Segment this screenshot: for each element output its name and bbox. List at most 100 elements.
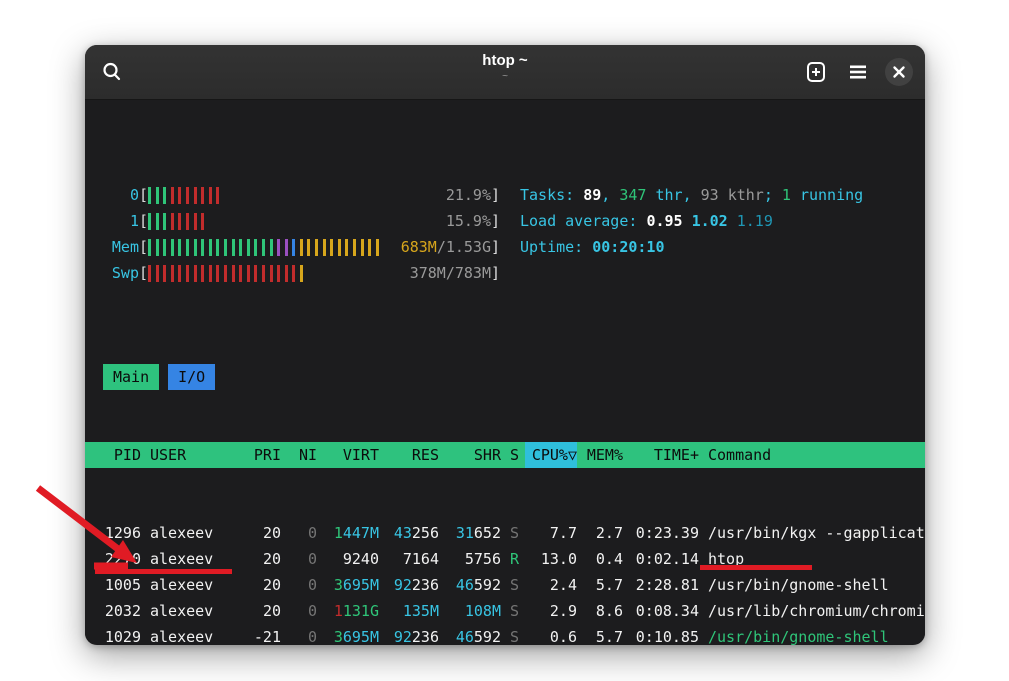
cell-pid: 1296 bbox=[85, 520, 141, 546]
text-segment: R bbox=[510, 550, 519, 568]
meter-bar bbox=[171, 265, 174, 282]
close-button[interactable] bbox=[885, 58, 913, 86]
process-row-pid-2270[interactable]: 2270alexeev200924071645756R13.00.40:02.1… bbox=[85, 546, 925, 572]
meter-bar bbox=[201, 213, 204, 230]
meter-bar bbox=[194, 265, 197, 282]
cell-shr: 46592 bbox=[439, 572, 501, 598]
meter-bar bbox=[186, 239, 189, 256]
menu-button[interactable] bbox=[843, 57, 873, 87]
column-header-cpu[interactable]: CPU%▽ bbox=[525, 442, 577, 468]
process-row-pid-1029[interactable]: 1029alexeev-2103695M9223646592S0.65.70:1… bbox=[85, 624, 925, 645]
meter-bar bbox=[163, 213, 166, 230]
text-segment: 378M/783M bbox=[410, 264, 491, 282]
text-segment: 5.7 bbox=[596, 628, 623, 645]
column-header-ni[interactable]: NI bbox=[281, 442, 317, 468]
meter-bar bbox=[224, 239, 227, 256]
text-segment: 652 bbox=[474, 524, 501, 542]
cell-ni: 0 bbox=[281, 546, 317, 572]
column-header-virt[interactable]: VIRT bbox=[317, 442, 379, 468]
meter-value: 378M/783M bbox=[410, 260, 491, 286]
cell-mem: 5.7 bbox=[577, 624, 623, 645]
column-header-pid[interactable]: PID bbox=[85, 442, 141, 468]
column-header-res[interactable]: RES bbox=[379, 442, 439, 468]
column-header-user[interactable]: USER bbox=[141, 442, 237, 468]
meter-bar bbox=[163, 265, 166, 282]
meter-value: 15.9% bbox=[446, 208, 491, 234]
cell-res: 135M bbox=[379, 598, 439, 624]
text-segment: 9240 bbox=[343, 550, 379, 568]
cell-virt: 1131G bbox=[317, 598, 379, 624]
text-segment: 5756 bbox=[465, 550, 501, 568]
cell-cpu: 7.7 bbox=[525, 520, 577, 546]
text-segment: 0.6 bbox=[550, 628, 577, 645]
cell-mem: 2.7 bbox=[577, 520, 623, 546]
cell-pri: -21 bbox=[237, 624, 281, 645]
meter-value: 21.9% bbox=[446, 182, 491, 208]
text-segment: 0 bbox=[308, 602, 317, 620]
meter-bracket-open: [ bbox=[139, 260, 148, 286]
cell-pid: 1029 bbox=[85, 624, 141, 645]
column-header-mem[interactable]: MEM% bbox=[577, 442, 623, 468]
meter-bracket-close: ] bbox=[491, 182, 500, 208]
process-row-pid-1296[interactable]: 1296alexeev2001447M4325631652S7.72.70:23… bbox=[85, 520, 925, 546]
new-tab-button[interactable] bbox=[801, 57, 831, 87]
meter-bar bbox=[270, 265, 273, 282]
cell-shr: 46592 bbox=[439, 624, 501, 645]
text-segment: 1 bbox=[782, 186, 791, 204]
cell-ni: 0 bbox=[281, 598, 317, 624]
text-segment: Uptime: bbox=[520, 238, 592, 256]
text-segment: 0.4 bbox=[596, 550, 623, 568]
meter-bar bbox=[300, 239, 303, 256]
cell-s: S bbox=[501, 572, 525, 598]
text-segment: -21 bbox=[254, 628, 281, 645]
text-segment: Load average: bbox=[520, 212, 646, 230]
cell-time: 0:10.85 bbox=[623, 624, 699, 645]
cell-time: 0:08.34 bbox=[623, 598, 699, 624]
column-header-shr[interactable]: SHR bbox=[439, 442, 501, 468]
window-subtitle: ~ bbox=[85, 71, 925, 83]
cell-cmd: /usr/bin/gnome-shell bbox=[699, 624, 925, 645]
meter-bar bbox=[156, 239, 159, 256]
meter-bar bbox=[209, 187, 212, 204]
meter-bar bbox=[201, 187, 204, 204]
cell-ni: 0 bbox=[281, 572, 317, 598]
meter-bar bbox=[178, 213, 181, 230]
process-table: 1296alexeev2001447M4325631652S7.72.70:23… bbox=[85, 520, 925, 645]
meter-bar bbox=[194, 239, 197, 256]
tab-main[interactable]: Main bbox=[103, 364, 159, 390]
meter-track: 15.9% bbox=[148, 208, 491, 234]
text-segment: 2:28.81 bbox=[636, 576, 699, 594]
new-tab-icon bbox=[805, 61, 827, 83]
meter-bar bbox=[300, 265, 303, 282]
process-row-pid-2032[interactable]: 2032alexeev2001131G135M108MS2.98.60:08.3… bbox=[85, 598, 925, 624]
meter-bar bbox=[315, 239, 318, 256]
text-segment: 108M bbox=[465, 602, 501, 620]
meter-bar bbox=[323, 239, 326, 256]
cell-pid: 1005 bbox=[85, 572, 141, 598]
cell-time: 2:28.81 bbox=[623, 572, 699, 598]
text-segment: S bbox=[510, 576, 519, 594]
text-segment: 236 bbox=[412, 576, 439, 594]
meter-bar bbox=[171, 213, 174, 230]
text-segment: 15.9% bbox=[446, 212, 491, 230]
meters-section: 0[21.9%]1[15.9%]Mem[683M/1.53G]Swp[378M/… bbox=[85, 182, 925, 286]
meter-swp: Swp[378M/783M] bbox=[93, 260, 508, 286]
cell-pid: 2270 bbox=[85, 546, 141, 572]
column-header-s[interactable]: S bbox=[501, 442, 525, 468]
meter-track: 21.9% bbox=[148, 182, 491, 208]
text-segment: Tasks: bbox=[520, 186, 583, 204]
text-segment: 20 bbox=[263, 550, 281, 568]
column-header-cmd[interactable]: Command bbox=[699, 442, 925, 468]
column-header-time[interactable]: TIME+ bbox=[623, 442, 699, 468]
column-header-pri[interactable]: PRI bbox=[237, 442, 281, 468]
text-segment: alexeev bbox=[150, 576, 213, 594]
tab-io[interactable]: I/O bbox=[168, 364, 215, 390]
cell-cpu: 2.4 bbox=[525, 572, 577, 598]
search-button[interactable] bbox=[97, 57, 127, 87]
cell-user: alexeev bbox=[141, 598, 237, 624]
process-row-pid-1005[interactable]: 1005alexeev2003695M9223646592S2.45.72:28… bbox=[85, 572, 925, 598]
text-segment: 1.02 bbox=[692, 212, 737, 230]
meter-bar bbox=[216, 265, 219, 282]
text-segment: 93 kthr bbox=[701, 186, 764, 204]
cell-s: S bbox=[501, 520, 525, 546]
